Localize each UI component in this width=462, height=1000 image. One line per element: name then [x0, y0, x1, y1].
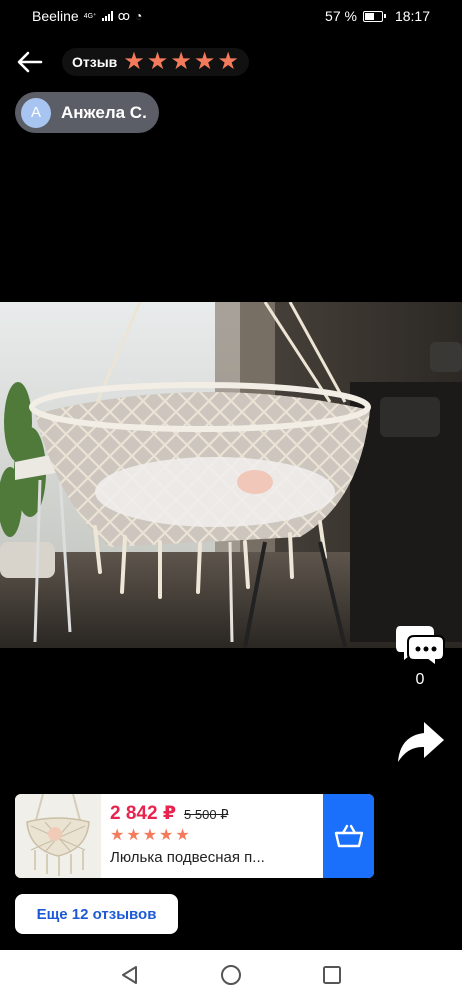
rating-stars: ★ ★ ★ ★ ★: [123, 50, 239, 74]
battery-percent: 57 %: [325, 8, 357, 24]
add-to-cart-button[interactable]: [323, 794, 374, 878]
status-bar: Beeline 4G⁺ ꝏ ◔ 57 % 18:17: [0, 0, 462, 32]
price-row: 2 842 ₽ 5 500 ₽: [110, 802, 317, 825]
star-icon: ★: [146, 48, 169, 75]
product-card[interactable]: 2 842 ₽ 5 500 ₽ ★ ★ ★ ★ ★ Люлька подвесная п…: [15, 794, 374, 878]
star-icon: ★: [217, 48, 239, 75]
product-old-price: 5 500 ₽: [184, 807, 229, 822]
share-arrow-icon: [398, 722, 444, 762]
star-icon: ★: [123, 48, 145, 75]
arrow-left-icon: [17, 51, 43, 73]
network-type: 4G⁺: [83, 12, 97, 20]
share-button[interactable]: [394, 716, 446, 768]
product-title: Люлька подвесная п...: [110, 849, 265, 866]
header: Отзыв ★ ★ ★ ★ ★: [0, 40, 462, 84]
review-photo[interactable]: [0, 302, 462, 648]
star-icon: ★: [193, 48, 216, 75]
battery-icon: [362, 10, 386, 22]
star-icon: ★: [110, 827, 125, 844]
battery-fill: [364, 12, 375, 20]
nav-home-button[interactable]: [211, 955, 251, 995]
system-nav-bar: [0, 950, 462, 1000]
product-rating-stars: ★ ★ ★ ★ ★: [110, 827, 317, 844]
signal-icon: [101, 11, 113, 21]
product-price: 2 842 ₽: [110, 803, 177, 824]
square-recents-icon: [322, 966, 341, 984]
star-icon: ★: [126, 827, 141, 844]
author-name: Анжела С.: [61, 102, 147, 122]
carrier-name: Beeline: [32, 8, 79, 24]
star-icon: ★: [159, 827, 174, 844]
status-right: 57 % 18:17: [325, 8, 430, 24]
nav-recents-button[interactable]: [312, 955, 352, 995]
back-button[interactable]: [14, 46, 46, 78]
nav-back-button[interactable]: [110, 955, 150, 995]
star-icon: ★: [142, 827, 158, 844]
comments-button[interactable]: [394, 620, 446, 668]
star-icon: ★: [175, 827, 190, 844]
avatar: А: [21, 97, 51, 128]
basket-icon: [334, 824, 363, 848]
clock: 18:17: [394, 8, 430, 24]
status-left: Beeline 4G⁺ ꝏ ◔: [32, 8, 142, 24]
cradle-photo-image: [0, 302, 462, 648]
triangle-back-icon: [122, 966, 138, 984]
product-thumbnail: [15, 794, 101, 878]
star-icon: ★: [170, 48, 192, 75]
author-chip[interactable]: А Анжела С.: [15, 92, 159, 133]
whatsapp-icon: ◔: [134, 9, 143, 23]
comment-icon: [396, 626, 445, 668]
review-label: Отзыв: [72, 54, 118, 70]
more-reviews-button[interactable]: Еще 12 отзывов: [15, 894, 178, 934]
ok-icon: ꝏ: [117, 9, 130, 23]
product-info: 2 842 ₽ 5 500 ₽ ★ ★ ★ ★ ★ Люлька подвесная п…: [101, 794, 323, 878]
comment-count: 0: [415, 671, 425, 688]
circle-home-icon: [220, 965, 241, 985]
review-rating-pill: Отзыв ★ ★ ★ ★ ★: [62, 48, 249, 76]
